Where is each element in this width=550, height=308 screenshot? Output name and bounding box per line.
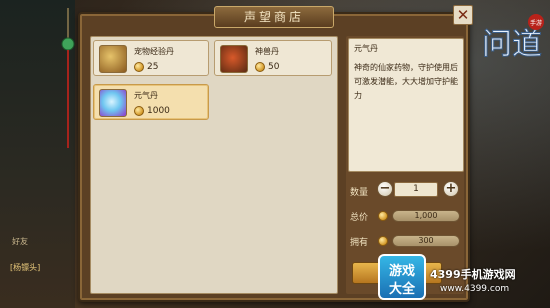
item-price: 25 — [147, 62, 159, 72]
game-logo: 问道 手游 — [482, 14, 544, 63]
item-name: 元气丹 — [134, 91, 158, 100]
game-logo-text: 问道 — [482, 27, 542, 62]
watermark-url: www.4399.com — [440, 284, 510, 294]
jade-tassel-icon — [61, 8, 75, 148]
watermark-badge-bottom: 大全 — [388, 282, 415, 297]
watermark-badge-top: 游戏 — [388, 264, 415, 279]
watermark-site: 4399手机游戏网 — [430, 268, 516, 281]
detail-title: 元气丹 — [354, 44, 378, 53]
close-button[interactable]: ✕ — [453, 5, 473, 25]
total-price-value: 1,000 — [392, 210, 460, 222]
watermark-badge: 游戏 大全 — [378, 254, 426, 300]
coin-icon — [378, 211, 388, 221]
coin-icon — [378, 236, 388, 246]
game-logo-tag: 手游 — [530, 19, 542, 27]
pet-exp-pill-icon — [99, 45, 127, 73]
decrease-quantity-button[interactable]: − — [377, 181, 393, 197]
detail-description: 神奇的仙家药物，守护使用后可激发潜能，大大增加守护能力 — [354, 63, 458, 100]
total-price-label: 总价 — [350, 213, 369, 223]
shop-item-pet-exp-pill[interactable]: 宠物经验丹 25 — [93, 40, 209, 76]
window-title: 声望商店 — [214, 6, 334, 28]
item-name: 神兽丹 — [255, 47, 279, 56]
quantity-label: 数量 — [350, 188, 369, 198]
divine-beast-pill-icon — [220, 45, 248, 73]
coin-icon — [134, 62, 144, 72]
shop-item-vitality-pill[interactable]: 元气丹 1000 — [93, 84, 209, 120]
owned-label: 拥有 — [350, 238, 369, 248]
quantity-field[interactable]: 1 — [394, 182, 438, 197]
coin-icon — [255, 62, 265, 72]
owned-value: 300 — [392, 235, 460, 247]
side-label-friends: 好友 — [12, 237, 28, 246]
shop-item-divine-beast-pill[interactable]: 神兽丹 50 — [214, 40, 332, 76]
vitality-pill-icon — [99, 89, 127, 117]
item-name: 宠物经验丹 — [134, 47, 174, 56]
increase-quantity-button[interactable]: + — [443, 181, 459, 197]
side-label-name: [杨镖头] — [10, 263, 41, 272]
item-price: 50 — [268, 62, 280, 72]
coin-icon — [134, 106, 144, 116]
item-price: 1000 — [147, 106, 170, 116]
item-description-box: 元气丹 神奇的仙家药物，守护使用后可激发潜能，大大增加守护能力 — [348, 38, 464, 172]
